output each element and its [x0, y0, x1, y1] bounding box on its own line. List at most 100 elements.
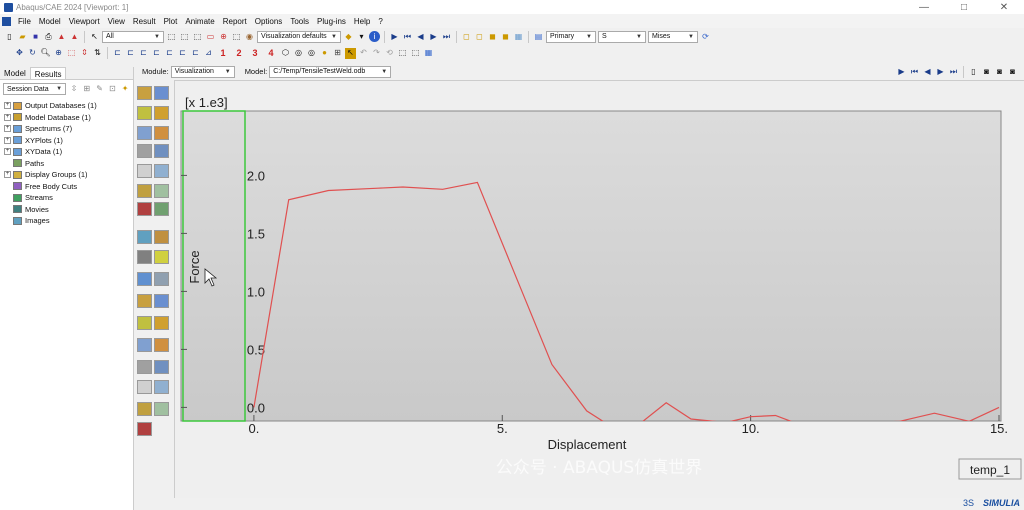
fit-view-icon[interactable]: ⇕ [79, 48, 90, 59]
zoom-icon[interactable]: 🔍︎ [40, 48, 51, 59]
open-folder-icon[interactable]: ▰ [17, 31, 28, 42]
view-6-icon[interactable]: ⊏ [177, 48, 188, 59]
undo-icon[interactable]: ↶ [358, 48, 369, 59]
toolbox-tool-icon[interactable] [154, 202, 169, 216]
toolbox-tool-icon[interactable] [154, 164, 169, 178]
expand-plus-icon[interactable]: + [4, 148, 11, 156]
toolbox-tool-icon[interactable] [137, 230, 152, 244]
expand-plus-icon[interactable]: + [4, 125, 11, 133]
cycle-icon[interactable]: ⟲ [384, 48, 395, 59]
last-frame-icon[interactable]: ⏭ [441, 31, 452, 42]
xy-plot[interactable]: [x 1.e3] 0.00.51.01.52.0 0. 5. 10. 15. Disp… [175, 81, 1024, 499]
toolbox-tool-icon[interactable] [154, 338, 169, 352]
expand-plus-icon[interactable]: + [4, 102, 11, 110]
zoom-out-icon[interactable]: ⇅ [92, 48, 103, 59]
toolbox-tool-icon[interactable] [154, 184, 169, 198]
toolbox-tool-icon[interactable] [137, 86, 152, 100]
tree-item[interactable]: + Spectrums (7) [0, 123, 133, 135]
primary-select[interactable]: Primary ▼ [546, 30, 596, 43]
ctx-prev-icon[interactable]: ◀ [922, 66, 933, 77]
model-select[interactable]: C:/Temp/TensileTestWeld.odb ▼ [269, 65, 392, 78]
filter-icon[interactable]: ⇳ [69, 84, 79, 95]
view-7-icon[interactable]: ⊏ [190, 48, 201, 59]
toolbox-tool-icon[interactable] [137, 380, 152, 394]
app-menu-icon[interactable] [2, 16, 11, 26]
tool-b-icon[interactable]: ⬚ [410, 48, 421, 59]
toolbox-tool-icon[interactable] [154, 294, 169, 308]
first-frame-icon[interactable]: ⏮ [402, 31, 413, 42]
query-icon[interactable]: ⊞ [332, 48, 343, 59]
menu-animate[interactable]: Animate [181, 17, 218, 26]
tree-tool-2-icon[interactable]: ⊡ [107, 84, 117, 95]
magnify-icon[interactable]: ⊕ [53, 48, 64, 59]
toolbox-tool-icon[interactable] [154, 316, 169, 330]
page-icon[interactable]: ▯ [968, 66, 979, 77]
toolbox-tool-icon[interactable] [154, 126, 169, 140]
toolbox-tool-icon[interactable] [154, 250, 169, 264]
menu-report[interactable]: Report [219, 17, 251, 26]
selection-filter-select[interactable]: All ▼ [102, 30, 164, 43]
select-icon-6[interactable]: ⬚ [231, 31, 242, 42]
save-icon[interactable]: ■ [30, 31, 41, 42]
tree-item[interactable]: Movies [0, 204, 133, 216]
visualization-defaults-select[interactable]: Visualization defaults ▼ [257, 30, 341, 43]
dropdown-arrow-icon[interactable]: ▾ [356, 31, 367, 42]
session-data-select[interactable]: Session Data ▼ [3, 83, 67, 95]
toolbox-tool-icon[interactable] [137, 250, 152, 264]
render-filled-icon[interactable]: ◼ [487, 31, 498, 42]
sync-icon[interactable]: ⟳ [700, 31, 711, 42]
print-icon[interactable]: ⎙ [43, 31, 54, 42]
tree-item[interactable]: + Model Database (1) [0, 112, 133, 124]
plot-stack-icon[interactable]: ▲ [69, 31, 80, 42]
color-icon[interactable]: ● [319, 48, 330, 59]
toolbox-tool-icon[interactable] [154, 272, 169, 286]
view-4-icon[interactable]: ⊏ [151, 48, 162, 59]
step-2-button[interactable]: 2 [232, 48, 246, 59]
render-hidden-icon[interactable]: ◻ [474, 31, 485, 42]
field-output-icon[interactable]: ▤ [533, 31, 544, 42]
tree-item[interactable]: Free Body Cuts [0, 181, 133, 193]
select-icon-3[interactable]: ⬚ [192, 31, 203, 42]
next-frame-icon[interactable]: ▶ [428, 31, 439, 42]
visualization-icon[interactable]: ◉ [244, 31, 255, 42]
ctx-play-icon[interactable]: ▶ [896, 66, 907, 77]
expand-icon[interactable]: ⊞ [82, 84, 92, 95]
menu-viewport[interactable]: Viewport [65, 17, 104, 26]
expand-plus-icon[interactable]: + [4, 136, 11, 144]
toolbox-tool-icon[interactable] [137, 338, 152, 352]
tree-item[interactable]: + Display Groups (1) [0, 169, 133, 181]
ctx-first-icon[interactable]: ⏮ [909, 66, 920, 77]
tree-item[interactable]: + XYPlots (1) [0, 135, 133, 147]
select-icon-4[interactable]: ▭ [205, 31, 216, 42]
toolbox-tool-icon[interactable] [154, 230, 169, 244]
expand-plus-icon[interactable]: + [4, 171, 11, 179]
toolbox-tool-icon[interactable] [137, 184, 152, 198]
tree-tool-icon[interactable]: ✎ [95, 84, 105, 95]
pointer-icon[interactable]: ↖ [345, 47, 356, 59]
tab-model[interactable]: Model [0, 67, 30, 79]
camera-3-icon[interactable]: ◙ [1007, 66, 1018, 77]
invariant-select[interactable]: Mises ▼ [648, 30, 698, 43]
view-1-icon[interactable]: ⊏ [112, 48, 123, 59]
play-icon[interactable]: ▶ [389, 31, 400, 42]
info-icon[interactable]: i [369, 31, 380, 42]
menu-help[interactable]: Help [350, 17, 374, 26]
step-1-button[interactable]: 1 [216, 48, 230, 59]
step-4-button[interactable]: 4 [264, 48, 278, 59]
toolbox-tool-icon[interactable] [154, 360, 169, 374]
tree-item[interactable]: Images [0, 215, 133, 227]
select-box-icon[interactable]: ⬚ [166, 31, 177, 42]
expand-plus-icon[interactable]: + [4, 113, 11, 121]
select-icon-2[interactable]: ⬚ [179, 31, 190, 42]
pan-icon[interactable]: ✥ [14, 48, 25, 59]
menu-plot[interactable]: Plot [160, 17, 182, 26]
menu-view[interactable]: View [104, 17, 129, 26]
toolbox-tool-icon[interactable] [137, 360, 152, 374]
layer-icon[interactable]: ◎ [293, 48, 304, 59]
whats-this-icon[interactable]: ? [374, 17, 386, 26]
toolbox-tool-icon[interactable] [137, 144, 152, 158]
grid-tool-icon[interactable]: ▦ [423, 48, 434, 59]
toolbox-tool-icon[interactable] [154, 402, 169, 416]
toolbox-tool-icon[interactable] [137, 402, 152, 416]
menu-plugins[interactable]: Plug-ins [313, 17, 350, 26]
